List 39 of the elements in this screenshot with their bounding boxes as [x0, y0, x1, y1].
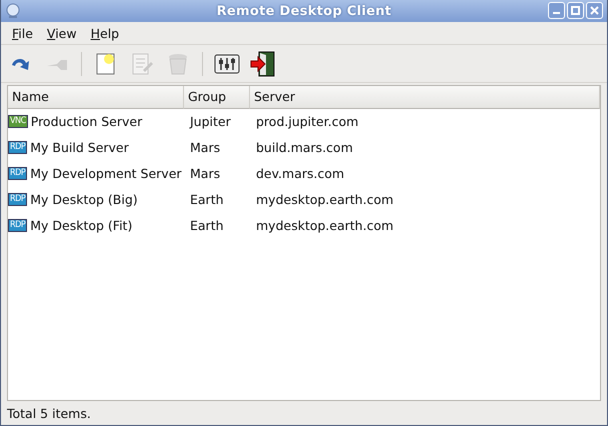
table-cell: Production Server: [30, 114, 142, 128]
table-cell-text: mydesktop.earth.com: [255, 218, 394, 232]
table-cell: My Desktop (Big): [30, 192, 138, 206]
minimize-button[interactable]: [548, 2, 565, 19]
app-globe-icon: [5, 3, 21, 19]
table-cell-text: Mars: [189, 166, 222, 180]
exit-door-icon: [250, 50, 276, 76]
menu-item[interactable]: Help: [84, 24, 126, 42]
table-cell-text: dev.mars.com: [255, 166, 346, 180]
menu-item[interactable]: View: [40, 24, 84, 42]
column-header[interactable]: Server: [250, 86, 600, 108]
table-cell-text: prod.jupiter.com: [255, 114, 360, 128]
status-text: Total 5 items.: [7, 406, 91, 420]
close-button[interactable]: [586, 2, 603, 19]
protocol-badge: RDP: [8, 166, 28, 180]
protocol-badge: VNC: [8, 114, 28, 128]
table-cell: My Desktop (Fit): [30, 218, 132, 232]
protocol-badge: RDP: [8, 192, 28, 206]
table-cell-text: build.mars.com: [255, 140, 354, 154]
close-icon: [590, 6, 599, 15]
window-title: Remote Desktop Client: [216, 4, 392, 18]
maximize-icon: [571, 6, 580, 15]
table-cell-text: mydesktop.earth.com: [255, 192, 394, 206]
table-cell: My Build Server: [30, 140, 129, 154]
table-cell-text: Earth: [189, 192, 225, 206]
protocol-badge: RDP: [8, 218, 28, 232]
column-header[interactable]: Group: [184, 86, 250, 108]
table-cell-text: Jupiter: [188, 114, 232, 128]
protocol-badge: RDP: [8, 140, 28, 154]
edit-document-icon: [131, 52, 153, 76]
trash-icon: [167, 52, 189, 76]
maximize-button[interactable]: [567, 2, 584, 19]
menu-item[interactable]: File: [5, 24, 40, 42]
table-cell-text: Mars: [189, 140, 222, 154]
new-document-icon: [95, 52, 117, 76]
column-header[interactable]: Name: [8, 86, 184, 108]
table-cell: My Development Server: [30, 166, 182, 180]
preferences-icon: [214, 52, 240, 74]
table-cell-text: Earth: [189, 218, 225, 232]
